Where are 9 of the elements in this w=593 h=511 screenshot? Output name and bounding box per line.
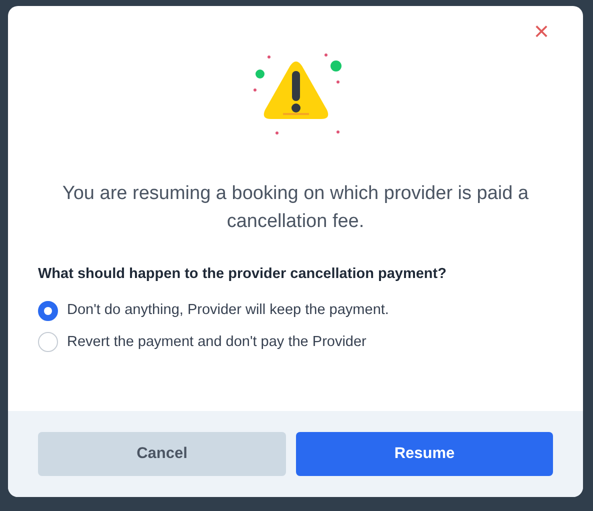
cancel-button[interactable]: Cancel [38,432,286,476]
resume-button[interactable]: Resume [296,432,553,476]
option-label[interactable]: Revert the payment and don't pay the Provider [67,332,366,354]
message-text: You are resuming a booking on which provider is paid a cancellation fee. [61,182,530,234]
radio-button[interactable] [38,300,58,321]
question-text: What should happen to the provider cancellation payment? [38,265,448,284]
radio-button[interactable] [38,332,58,352]
option-label[interactable]: Don't do anything, Provider will keep the payment. [67,300,389,322]
close-button[interactable]: × [530,18,553,44]
